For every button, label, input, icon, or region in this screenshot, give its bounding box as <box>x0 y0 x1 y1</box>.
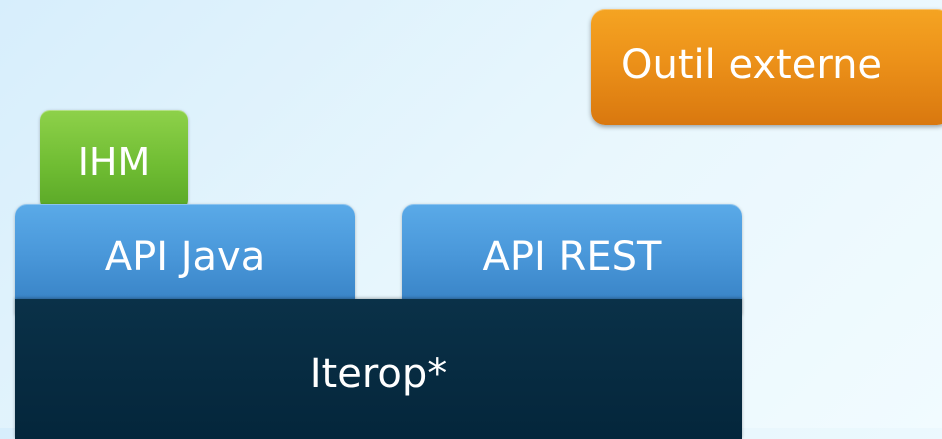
iterop-block: Iterop* <box>15 299 742 439</box>
outil-externe-label: Outil externe <box>621 42 883 88</box>
api-java-label: API Java <box>104 234 266 280</box>
api-rest-block: API REST <box>402 204 742 314</box>
api-java-block: API Java <box>15 204 355 314</box>
iterop-label: Iterop* <box>309 351 448 397</box>
ihm-block: IHM <box>40 110 188 210</box>
outil-externe-block: Outil externe <box>591 9 942 125</box>
ihm-label: IHM <box>77 140 151 184</box>
api-rest-label: API REST <box>482 234 662 280</box>
